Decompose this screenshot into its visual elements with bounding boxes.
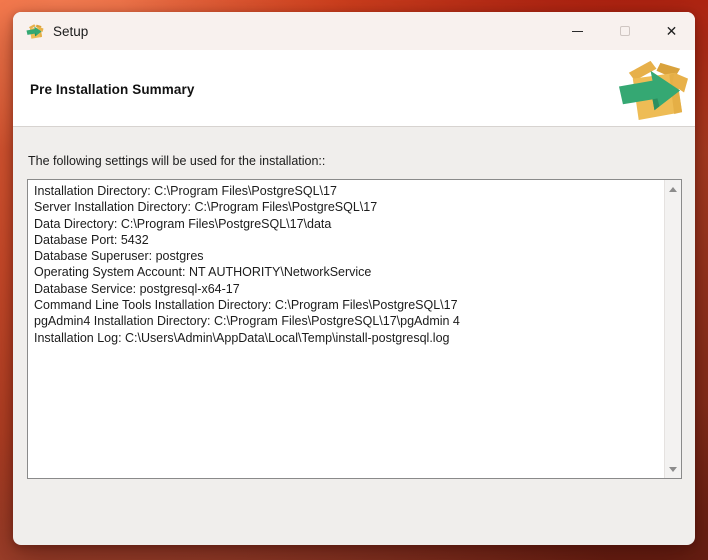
summary-text: Installation Directory: C:\Program Files… bbox=[28, 180, 664, 478]
setup-dialog-window: Setup ✕ Pre Installation Summary The fol… bbox=[13, 12, 695, 545]
summary-textbox[interactable]: Installation Directory: C:\Program Files… bbox=[27, 179, 682, 479]
summary-line: Installation Log: C:\Users\Admin\AppData… bbox=[34, 330, 450, 345]
installer-box-arrow-icon bbox=[26, 24, 44, 39]
summary-line: Database Port: 5432 bbox=[34, 232, 149, 247]
summary-line: Database Superuser: postgres bbox=[34, 249, 204, 264]
wizard-body: The following settings will be used for … bbox=[13, 127, 695, 545]
summary-line: Database Service: postgresql-x64-17 bbox=[34, 281, 240, 296]
minimize-button[interactable] bbox=[554, 12, 601, 50]
close-button[interactable]: ✕ bbox=[648, 12, 695, 50]
triangle-up-icon bbox=[669, 186, 677, 192]
maximize-icon bbox=[619, 26, 630, 36]
close-icon: ✕ bbox=[665, 23, 678, 39]
summary-line: Data Directory: C:\Program Files\Postgre… bbox=[34, 216, 332, 231]
summary-line: Server Installation Directory: C:\Progra… bbox=[34, 200, 378, 215]
maximize-button-disabled bbox=[601, 12, 648, 50]
summary-line: Installation Directory: C:\Program Files… bbox=[34, 184, 337, 198]
summary-line: Operating System Account: NT AUTHORITY\N… bbox=[34, 265, 372, 280]
summary-line: pgAdmin4 Installation Directory: C:\Prog… bbox=[34, 314, 460, 329]
window-controls: ✕ bbox=[554, 12, 695, 50]
wizard-header: Pre Installation Summary bbox=[13, 50, 695, 126]
scroll-down-button[interactable] bbox=[665, 461, 681, 477]
instruction-label: The following settings will be used for … bbox=[28, 154, 326, 168]
minimize-icon bbox=[572, 30, 583, 32]
title-bar: Setup ✕ bbox=[13, 12, 695, 50]
triangle-down-icon bbox=[669, 466, 677, 472]
page-title: Pre Installation Summary bbox=[30, 82, 195, 97]
window-title: Setup bbox=[53, 23, 89, 39]
installbuilder-box-arrow-icon bbox=[618, 60, 689, 121]
scroll-up-button[interactable] bbox=[665, 181, 681, 197]
summary-line: Command Line Tools Installation Director… bbox=[34, 298, 458, 313]
vertical-scrollbar[interactable] bbox=[664, 180, 681, 478]
